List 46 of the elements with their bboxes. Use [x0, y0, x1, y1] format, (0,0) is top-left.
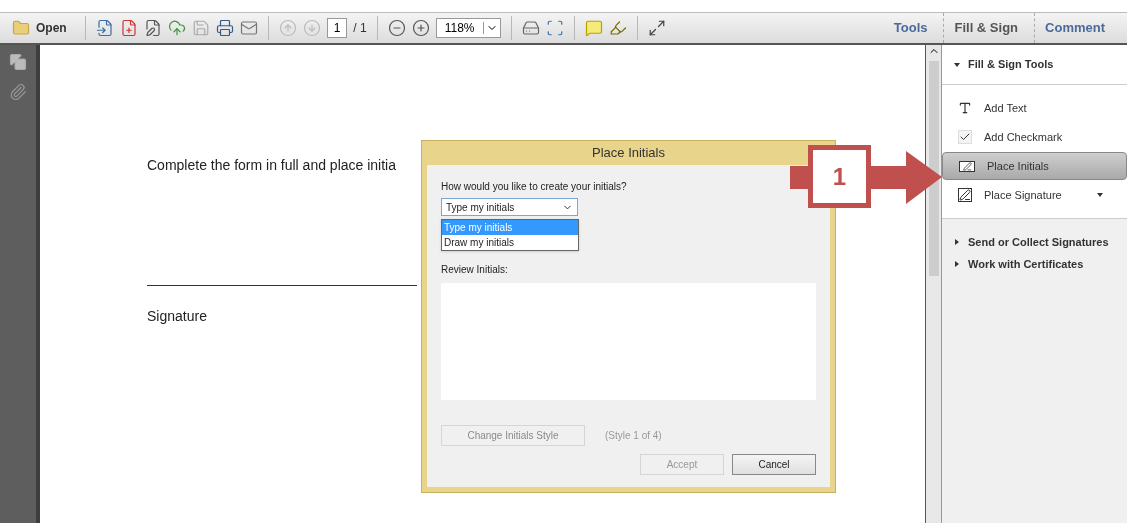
fit-page-icon[interactable] — [545, 19, 564, 37]
initials-icon — [959, 160, 975, 172]
toolbar-tab[interactable]: Comment — [1034, 13, 1115, 43]
text-icon — [958, 101, 972, 115]
scrollbar[interactable] — [926, 45, 942, 523]
panel-section[interactable]: Send or Collect Signatures — [942, 231, 1127, 253]
question-label: How would you like to create your initials? — [441, 180, 628, 194]
tool-item[interactable]: Add Text — [942, 94, 1127, 122]
review-label: Review Initials: — [441, 263, 509, 277]
style-note: (Style 1 of 4) — [605, 429, 662, 443]
cloud-upload-icon[interactable] — [167, 19, 186, 37]
pages-icon[interactable] — [9, 53, 27, 71]
step-number: 1 — [808, 145, 871, 208]
page-field[interactable]: 1 — [326, 18, 348, 38]
signature-icon — [958, 188, 972, 202]
cancel-button[interactable]: Cancel — [732, 454, 816, 475]
expand-icon[interactable] — [647, 19, 666, 37]
dropdown-icon[interactable] — [1097, 192, 1103, 198]
open-button[interactable]: Open — [36, 19, 67, 37]
expand-triangle-icon[interactable] — [954, 61, 960, 68]
file-edit-icon[interactable] — [143, 19, 162, 37]
tool-item[interactable]: Place Initials — [942, 152, 1127, 180]
mail-icon[interactable] — [239, 19, 258, 37]
zoom-out-icon[interactable] — [387, 19, 406, 37]
expand-triangle-icon[interactable] — [954, 239, 960, 245]
toolbar-tab[interactable]: Tools — [883, 13, 938, 43]
document-text: Signature — [147, 307, 207, 326]
dialog-title: Place Initials — [591, 144, 666, 163]
file-add-icon[interactable] — [119, 19, 138, 37]
zoom-in-icon[interactable] — [411, 19, 430, 37]
page-count: / 1 — [353, 20, 367, 37]
dropdown-option[interactable]: Draw my initials — [442, 235, 578, 250]
expand-triangle-icon[interactable] — [954, 261, 960, 267]
document-text: Complete the form in full and place initia — [147, 156, 397, 175]
panel-header[interactable]: Fill & Sign Tools — [942, 45, 1127, 85]
print-icon[interactable] — [215, 19, 234, 37]
zoom-dropdown[interactable]: 118% — [435, 18, 501, 38]
tool-item[interactable]: Add Checkmark — [942, 123, 1127, 151]
panel-section[interactable]: Work with Certificates — [942, 253, 1127, 275]
file-import-icon[interactable] — [95, 19, 114, 37]
toolbar-tab[interactable]: Fill & Sign — [943, 13, 1029, 43]
highlight-icon[interactable] — [608, 19, 627, 37]
attachment-icon[interactable] — [9, 83, 27, 101]
checkmark-icon — [958, 130, 972, 144]
method-dropdown[interactable]: Type my initials — [441, 198, 578, 216]
tool-item[interactable]: Place Signature — [942, 181, 1127, 209]
